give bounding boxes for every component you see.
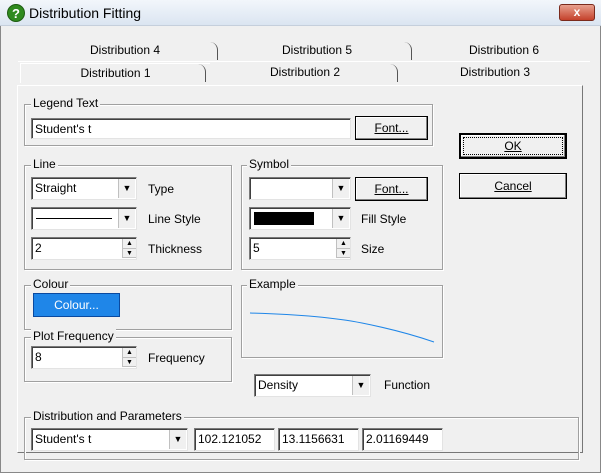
colour-group-label: Colour — [31, 277, 71, 291]
size-value: 5 — [253, 241, 260, 255]
chevron-down-icon[interactable]: ▼ — [332, 179, 349, 198]
example-line — [249, 312, 435, 343]
spin-up-icon[interactable]: ▲ — [123, 348, 136, 358]
spin-up-icon[interactable]: ▲ — [123, 239, 136, 249]
ok-button[interactable]: OK — [459, 133, 567, 159]
cancel-button[interactable]: Cancel — [459, 173, 567, 199]
chevron-down-icon[interactable]: ▼ — [332, 209, 349, 228]
spin-down-icon[interactable]: ▼ — [123, 358, 136, 367]
fill-style-solid-sample — [254, 212, 314, 225]
distribution-dropdown[interactable]: Student's t — [31, 428, 188, 451]
spin-up-icon[interactable]: ▲ — [337, 239, 350, 249]
frequency-label: Frequency — [148, 351, 205, 365]
thickness-spin-buttons[interactable]: ▲ ▼ — [122, 239, 136, 258]
tab-distribution-1[interactable]: Distribution 1 — [20, 63, 210, 83]
legend-font-button[interactable]: Font... — [355, 116, 428, 140]
function-value: Density — [258, 378, 299, 392]
line-style-solid-sample — [36, 218, 112, 219]
spin-down-icon[interactable]: ▼ — [337, 249, 350, 258]
thickness-label: Thickness — [148, 242, 203, 256]
plot-frequency-label: Plot Frequency — [31, 329, 116, 343]
spin-down-icon[interactable]: ▼ — [123, 249, 136, 258]
ok-button-label: OK — [504, 139, 522, 153]
close-button[interactable]: x — [559, 4, 595, 21]
tab-distribution-5[interactable]: Distribution 5 — [222, 41, 412, 61]
frequency-spin-buttons[interactable]: ▲ ▼ — [122, 348, 136, 367]
window-title: Distribution Fitting — [29, 5, 142, 21]
line-type-label: Type — [148, 182, 175, 196]
parameter-field-1[interactable]: 102.121052 — [194, 428, 275, 451]
function-label: Function — [384, 378, 431, 392]
legend-font-button-label: Font... — [374, 121, 409, 135]
parameter-field-3[interactable]: 2.01169449 — [362, 428, 443, 451]
chevron-down-icon[interactable]: ▼ — [118, 179, 135, 198]
parameter-field-2[interactable]: 13.1156631 — [278, 428, 359, 451]
line-style-label: Line Style — [148, 212, 201, 226]
size-spin-buttons[interactable]: ▲ ▼ — [336, 239, 350, 258]
line-group-label: Line — [31, 157, 58, 171]
size-label: Size — [361, 242, 385, 256]
distribution-value: Student's t — [35, 432, 92, 446]
distribution-parameters-label: Distribution and Parameters — [31, 409, 184, 423]
chevron-down-icon[interactable]: ▼ — [352, 376, 369, 395]
frequency-value: 8 — [35, 350, 42, 364]
tab-distribution-3[interactable]: Distribution 3 — [400, 63, 590, 83]
example-line-preview — [249, 312, 435, 343]
legend-text-label: Legend Text — [31, 96, 101, 110]
chevron-down-icon[interactable]: ▼ — [118, 209, 135, 228]
tab-row-edge — [18, 61, 590, 62]
line-type-value: Straight — [35, 181, 77, 195]
cancel-button-label: Cancel — [494, 179, 532, 193]
tab-distribution-6[interactable]: Distribution 6 — [414, 41, 594, 61]
symbol-font-button-label: Font... — [374, 182, 409, 196]
tab-distribution-4[interactable]: Distribution 4 — [30, 41, 220, 61]
help-icon: ? — [7, 4, 25, 22]
legend-text-input[interactable]: Student's t — [31, 118, 351, 139]
example-group-label: Example — [247, 277, 298, 291]
tab-distribution-2[interactable]: Distribution 2 — [210, 63, 400, 83]
symbol-font-button[interactable]: Font... — [355, 177, 428, 201]
thickness-value: 2 — [35, 241, 42, 255]
symbol-group-label: Symbol — [247, 157, 292, 171]
fill-style-label: Fill Style — [361, 212, 407, 226]
chevron-down-icon[interactable]: ▼ — [169, 430, 186, 449]
colour-button[interactable]: Colour... — [33, 293, 120, 317]
